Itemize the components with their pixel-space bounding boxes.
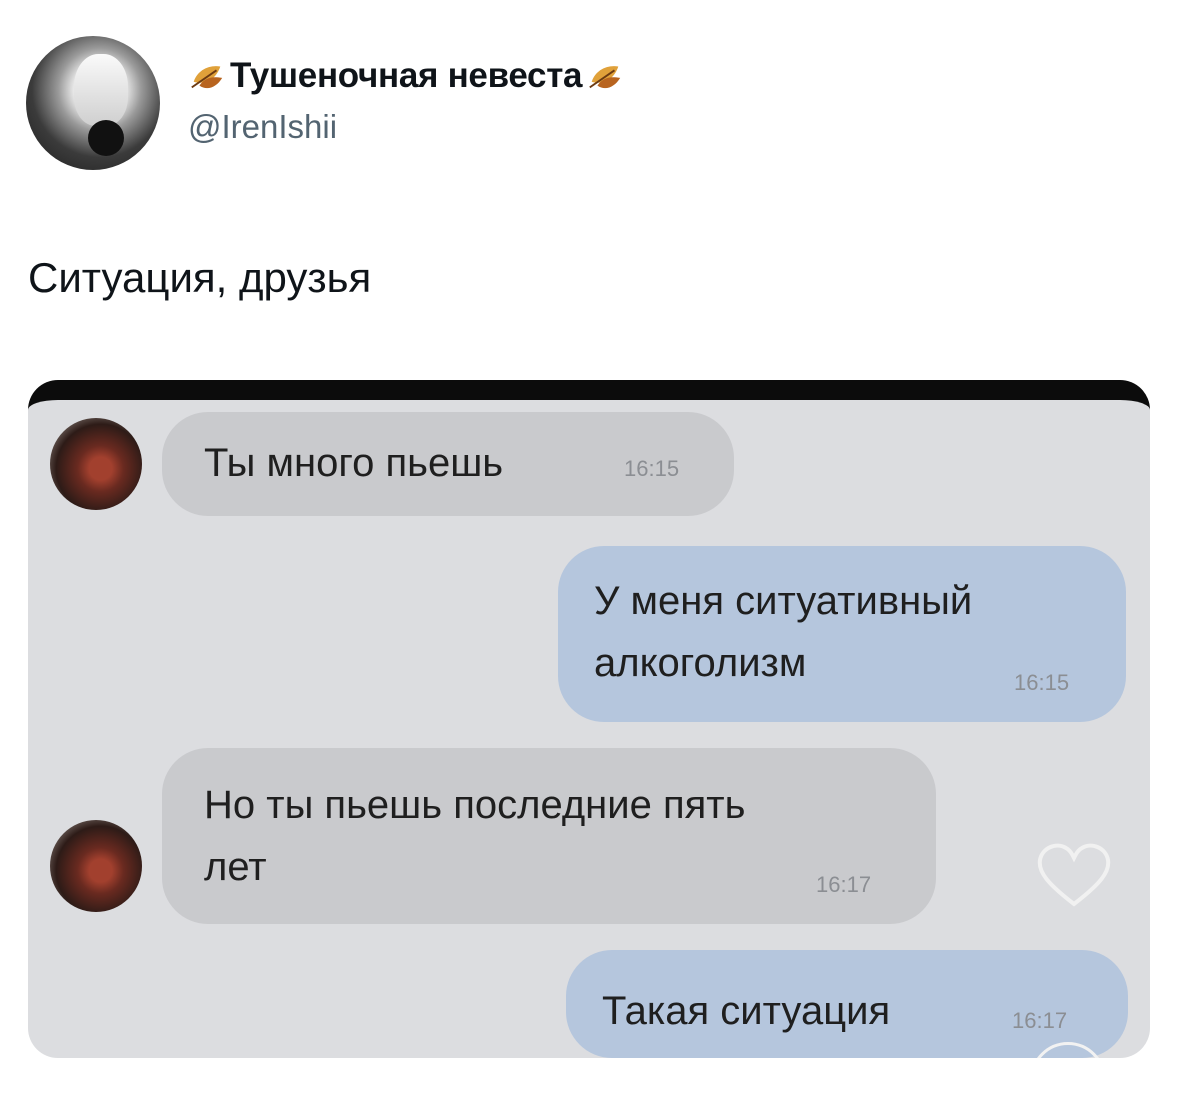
chat-avatar [50, 820, 142, 912]
tweet-text: Ситуация, друзья [28, 254, 372, 301]
tweet-media-image[interactable]: Ты много пьешь 16:15 У меня ситуативный … [28, 380, 1150, 1058]
message-text-line: У меня ситуативный [594, 579, 973, 623]
avatar[interactable] [26, 36, 160, 170]
message-bubble-incoming: Но ты пьешь последние пять лет 16:17 [162, 748, 936, 924]
message-text-line: Но ты пьешь последние пять [204, 783, 746, 827]
display-name-row[interactable]: Тушеночная невеста [188, 54, 624, 98]
avatar-rose [88, 120, 124, 156]
message-time: 16:15 [624, 456, 680, 481]
display-name: Тушеночная невеста [230, 56, 583, 95]
user-handle[interactable]: @IrenIshii [188, 108, 337, 146]
message-text: Такая ситуация [602, 989, 891, 1033]
autumn-leaf-icon [191, 66, 223, 89]
avatar-face [74, 54, 128, 126]
message-bubble-outgoing: У меня ситуативный алкоголизм 16:15 [558, 546, 1126, 722]
message-text: Ты много пьешь [204, 441, 504, 485]
message-bubble-incoming: Ты много пьешь 16:15 [162, 412, 734, 516]
message-time: 16:15 [1014, 670, 1070, 695]
autumn-leaf-icon [589, 66, 621, 89]
message-time: 16:17 [816, 872, 872, 897]
heart-icon[interactable] [1034, 840, 1114, 910]
message-bubble-outgoing: Такая ситуация 16:17 [566, 950, 1128, 1058]
chat-avatar [50, 418, 142, 510]
message-time: 16:17 [1012, 1008, 1068, 1033]
